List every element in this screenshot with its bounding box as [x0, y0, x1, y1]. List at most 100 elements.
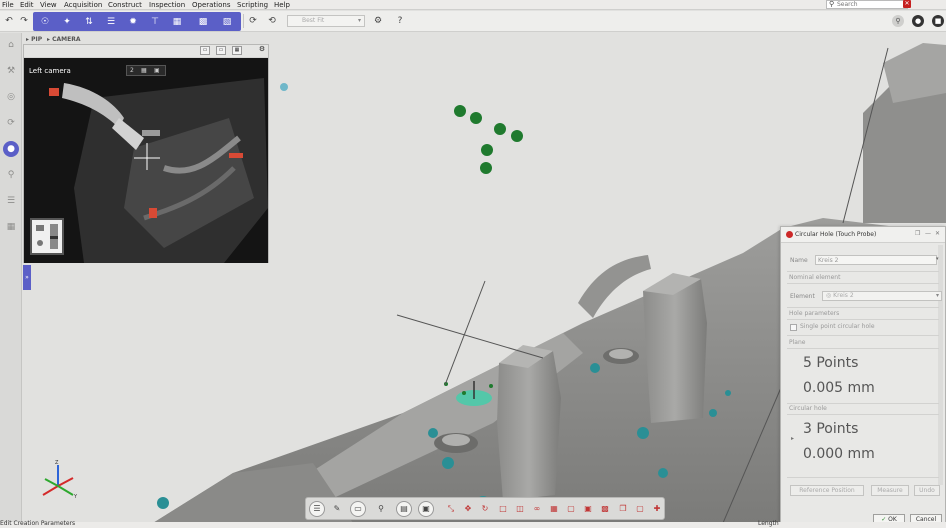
hole-lower-rim	[442, 434, 470, 446]
camera-grid-icon[interactable]: ▦	[232, 46, 242, 55]
restore-icon[interactable]: ❐	[915, 230, 920, 237]
measure-view-icon[interactable]: ✚	[650, 502, 664, 516]
top-view-icon[interactable]: ▢	[564, 502, 578, 516]
probe-point[interactable]	[494, 123, 506, 135]
align-icon[interactable]: ⊤	[147, 14, 163, 30]
menu-file[interactable]: File	[2, 0, 14, 10]
search-input[interactable]	[837, 1, 907, 8]
menu-acquisition[interactable]: Acquisition	[64, 0, 102, 10]
hole-params-section-title: Hole parameters	[789, 310, 840, 317]
search-icon: ⚲	[829, 0, 835, 8]
dialog-titlebar: Circular Hole (Touch Probe) ❐ — ✕	[781, 227, 945, 243]
wrench-icon[interactable]: ⚒	[3, 63, 19, 79]
left-toolbar: ⌂ ⚒ ◎ ⟳ ● ⚲ ☰ ▦	[0, 33, 22, 523]
rotate-icon[interactable]: ⟳	[3, 115, 19, 131]
deviation-patch	[157, 497, 169, 509]
element-select[interactable]: ◎ Kreis 2 ▾	[822, 291, 942, 301]
probe-point[interactable]	[454, 105, 466, 117]
menu-construct[interactable]: Construct	[108, 0, 142, 10]
menu-inspection[interactable]: Inspection	[149, 0, 185, 10]
bottom-toolbar: ☰ ✎ ▭ ⚲ ▤ ▣ ⤡ ✥ ↻ □ ◫ ∞ ▦ ▢ ▣ ▩ ❐ ▢ ✚	[305, 497, 665, 520]
camera-view-icon[interactable]: ▣	[418, 501, 434, 517]
zoom-region-icon[interactable]: ▢	[633, 502, 647, 516]
surface-icon[interactable]: ▩	[195, 14, 211, 30]
camera-single-icon[interactable]: ▭	[200, 46, 210, 55]
tab-pip[interactable]: ▸ PIP	[26, 35, 42, 44]
menu-operations[interactable]: Operations	[192, 0, 230, 10]
probe-point[interactable]	[481, 144, 493, 156]
rotate-view-icon[interactable]: ↻	[478, 502, 492, 516]
probe-icon[interactable]: ✦	[59, 14, 75, 30]
dialog-scrollbar[interactable]	[938, 245, 943, 485]
active-tool-icon[interactable]: ●	[3, 141, 19, 157]
layers-icon[interactable]: ☰	[3, 193, 19, 209]
camera-zoom-control[interactable]: 2 ▦ ▣	[126, 65, 166, 76]
grid-view-icon[interactable]: ▦	[547, 502, 561, 516]
link-icon[interactable]: ∞	[530, 502, 544, 516]
menu-help[interactable]: Help	[274, 0, 290, 10]
probe-point[interactable]	[489, 384, 493, 388]
name-dropdown-icon[interactable]: ▾	[936, 256, 939, 262]
filter-icon[interactable]: ▦	[169, 14, 185, 30]
probe-point[interactable]	[511, 130, 523, 142]
position-icon[interactable]: ⇅	[81, 14, 97, 30]
y-axis-label: Y	[73, 494, 78, 500]
close-app-icon[interactable]: ✕	[903, 0, 911, 8]
probe-point[interactable]	[480, 162, 492, 174]
probe-point[interactable]	[470, 112, 482, 124]
camera-feed[interactable]: Left camera 2 ▦ ▣	[24, 58, 268, 263]
select-icon[interactable]: ⤡	[444, 502, 458, 516]
pencil-icon[interactable]: ✎	[330, 502, 344, 516]
single-point-checkbox[interactable]	[790, 324, 797, 331]
fit-method-select[interactable]: Best Fit ▾	[287, 15, 365, 27]
camera-exposure-widget[interactable]	[30, 218, 64, 255]
help-icon[interactable]: ?	[392, 13, 408, 29]
screen-icon[interactable]: ▭	[350, 501, 366, 517]
reference-position-button[interactable]: Reference Position	[790, 485, 864, 496]
tab-camera-label: CAMERA	[52, 36, 81, 43]
bottom-view-icon[interactable]: ▣	[581, 502, 595, 516]
copy-icon[interactable]: ❐	[616, 502, 630, 516]
measure-button[interactable]: Measure	[871, 485, 909, 496]
minimize-icon[interactable]: —	[925, 230, 931, 237]
undo-icon[interactable]: ↶	[1, 13, 17, 29]
refresh-icon[interactable]: ⟳	[245, 13, 261, 29]
record-icon[interactable]: ●	[912, 15, 924, 27]
lock-icon[interactable]: ⚲	[374, 502, 388, 516]
nominal-section-title: Nominal element	[789, 274, 841, 281]
expand-panel-icon[interactable]: »	[23, 265, 31, 290]
menu-view[interactable]: View	[40, 0, 57, 10]
fit-view-icon[interactable]: ▩	[598, 502, 612, 516]
move-icon[interactable]: ✥	[461, 502, 475, 516]
probe-status-icon[interactable]: ⚲	[892, 15, 904, 27]
targets-icon[interactable]: ✹	[125, 14, 141, 30]
menu-scripting[interactable]: Scripting	[237, 0, 268, 10]
redo-icon[interactable]: ↷	[16, 13, 32, 29]
plane-points-count: 5 Points	[803, 355, 859, 371]
grid-icon[interactable]: ▦	[3, 219, 19, 235]
camera-dual-icon[interactable]: ▭	[216, 46, 226, 55]
target-icon[interactable]: ◎	[3, 89, 19, 105]
calibrate-icon[interactable]: ☰	[103, 14, 119, 30]
home-icon[interactable]: ⌂	[3, 37, 19, 53]
tab-camera[interactable]: ▸ CAMERA	[47, 35, 81, 44]
undo-button[interactable]: Undo	[914, 485, 940, 496]
mesh-icon[interactable]: ▧	[219, 14, 235, 30]
scan-icon[interactable]: ☉	[37, 14, 53, 30]
stop-icon[interactable]: ■	[932, 15, 944, 27]
zoom-icon[interactable]: ⚲	[3, 167, 19, 183]
probe-point[interactable]	[462, 391, 466, 395]
front-view-icon[interactable]: □	[496, 502, 510, 516]
display-mode-icon[interactable]: ☰	[309, 501, 325, 517]
side-view-icon[interactable]: ◫	[513, 502, 527, 516]
x-axis-neg	[42, 485, 59, 496]
camera-settings-icon[interactable]: ⚙	[257, 46, 267, 55]
name-input[interactable]	[815, 255, 937, 265]
settings-icon[interactable]: ⚙	[370, 13, 386, 29]
element-label: Element	[790, 293, 815, 300]
close-icon[interactable]: ✕	[935, 230, 940, 237]
sync-icon[interactable]: ⟲	[264, 13, 280, 29]
clipboard-icon[interactable]: ▤	[396, 501, 412, 517]
expand-arrow-icon[interactable]: ▸	[791, 435, 794, 442]
menu-edit[interactable]: Edit	[20, 0, 34, 10]
